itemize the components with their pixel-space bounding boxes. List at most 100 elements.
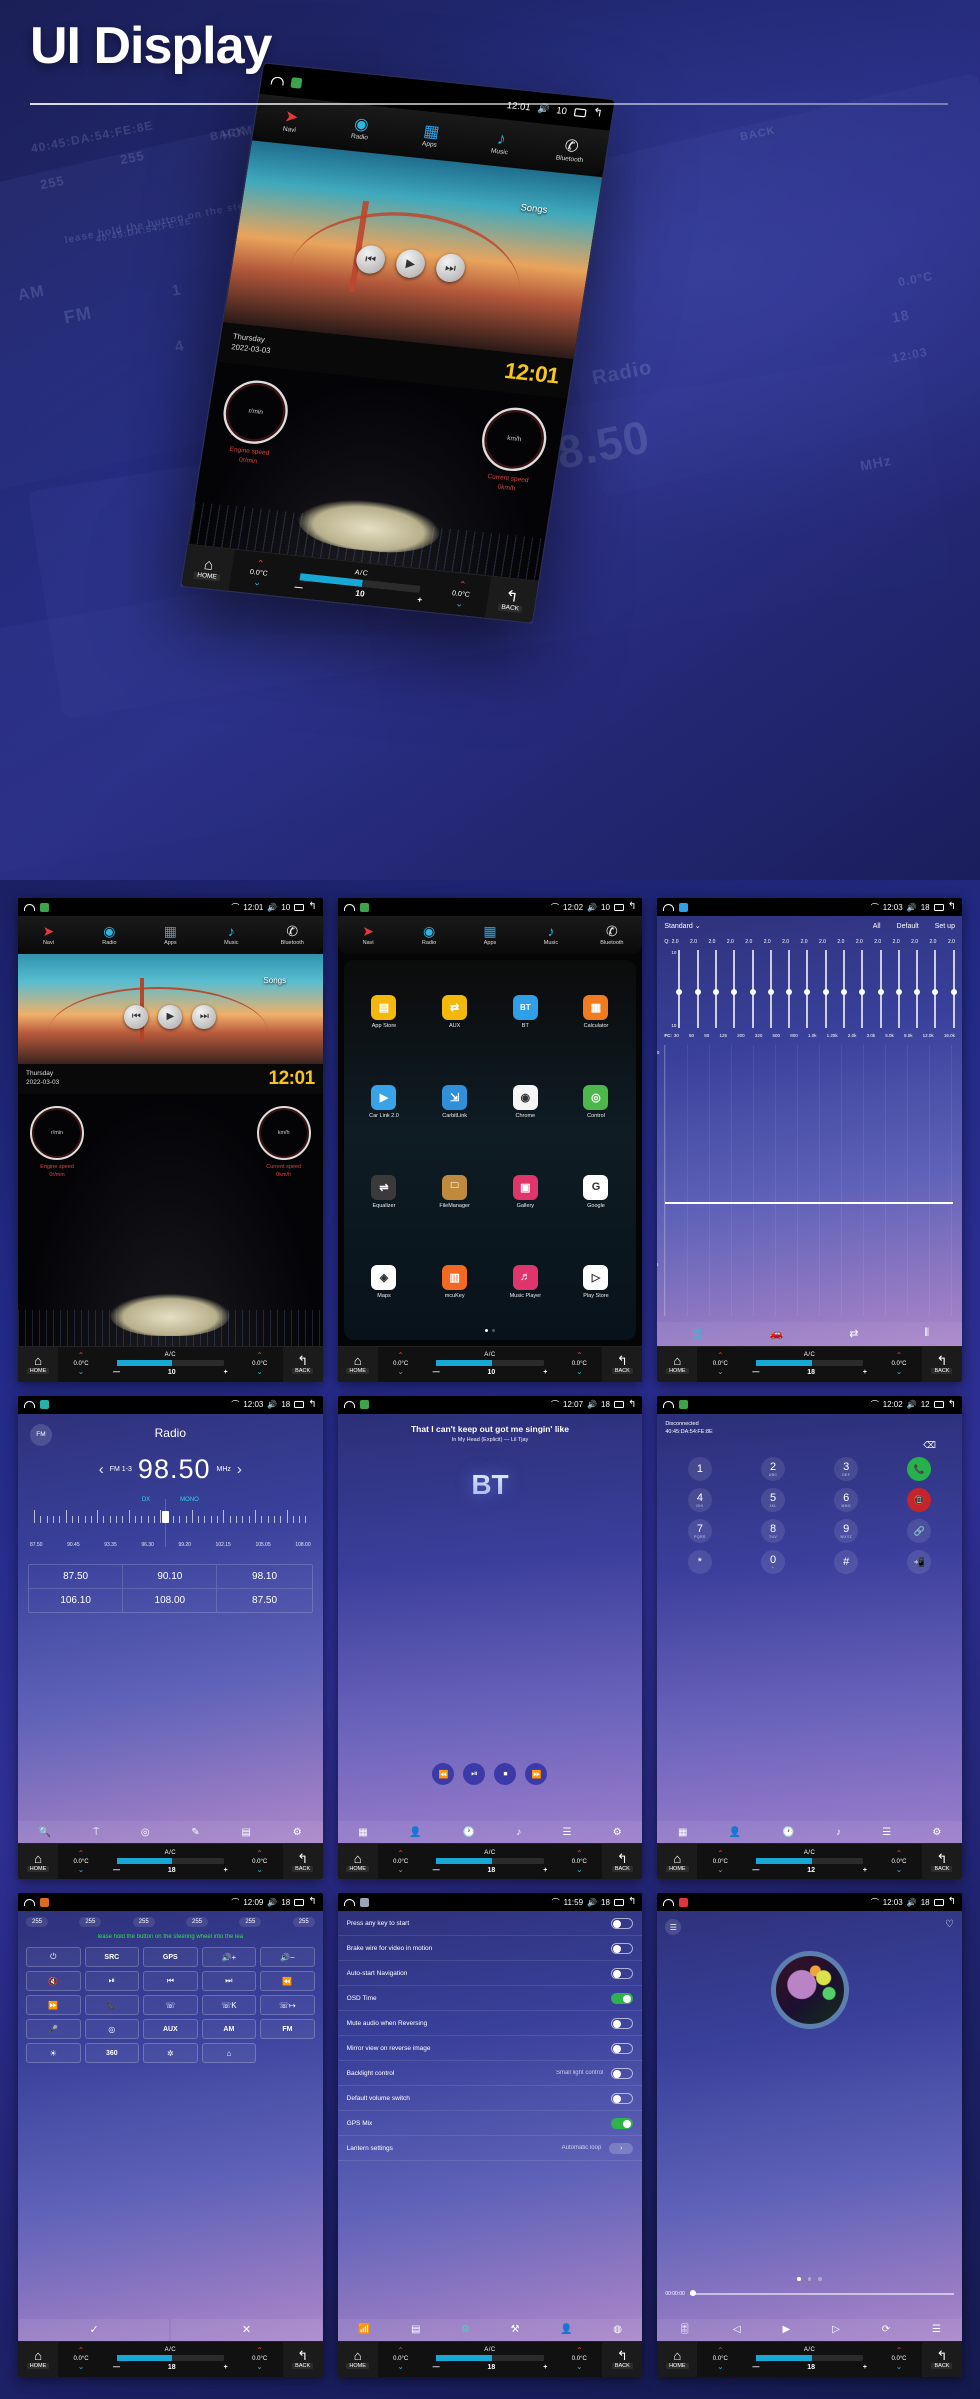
eq-setup-button[interactable]: Set up: [935, 923, 955, 930]
list-icon[interactable]: ☰: [932, 2324, 941, 2335]
eq-band-30[interactable]: [676, 950, 683, 1028]
swc-key-2[interactable]: GPS: [143, 1947, 198, 1968]
play-pause-button[interactable]: ⏯: [463, 1763, 486, 1786]
screen-radio[interactable]: ⌒ 12:03 🔊 18 ↰ FM Radio ‹ FM 1-3 98.50 MHz ›…: [18, 1395, 323, 1880]
prev-station-button[interactable]: ‹: [99, 1461, 104, 1478]
app-item-car-link-2-0[interactable]: ▶ Car Link 2.0: [350, 1058, 419, 1146]
setting-toggle[interactable]: [611, 2117, 634, 2129]
recents-icon[interactable]: [933, 903, 944, 911]
home-button[interactable]: ⌂ HOME: [18, 1844, 58, 1880]
screen-home[interactable]: ⌒ 12:01 🔊 10 ↰ ➤ Navi ◉ Radio ▦ Apps ♪ Music ✆ Bl…: [18, 898, 323, 1382]
nav-item-navi[interactable]: ➤ Navi: [338, 924, 399, 946]
nav-item-radio[interactable]: ◉ Radio: [399, 924, 460, 946]
app-item-app-store[interactable]: ▤ App Store: [350, 968, 419, 1056]
play-button[interactable]: ▶: [158, 1004, 183, 1029]
eq-all-button[interactable]: All: [873, 923, 881, 930]
swc-key-11[interactable]: 📞: [84, 1995, 140, 2016]
preset-button-5[interactable]: 108.00: [123, 1588, 218, 1612]
settings-tab-bar[interactable]: 📶 ▤ ⚙ ⚒ 👤 ◍: [337, 2318, 643, 2341]
volume-plus-button[interactable]: +: [543, 1369, 547, 1376]
recents-icon[interactable]: [294, 1898, 305, 1906]
fan-slider[interactable]: [436, 1857, 544, 1864]
volume-minus-button[interactable]: —: [433, 1867, 440, 1874]
eq-band-200[interactable]: [749, 950, 756, 1028]
hero-nav-radio[interactable]: ◉ Radio: [324, 112, 398, 145]
eq-band-1.25k[interactable]: [841, 950, 847, 1028]
swc-key-10[interactable]: ⏩: [26, 1995, 81, 2016]
eq-sliders-tab-icon[interactable]: 🎚: [690, 1327, 704, 1340]
temp-left-control[interactable]: ⌃ 0.0°C ⌄: [378, 2342, 424, 2377]
info-icon[interactable]: ◍: [613, 2324, 622, 2335]
eq-sliders[interactable]: 10 10: [664, 950, 957, 1028]
setting-row-0[interactable]: Press any key to start: [337, 1911, 643, 1937]
list-icon[interactable]: ☰: [563, 1827, 572, 1838]
fan-slider[interactable]: [116, 2355, 224, 2362]
screen-steering-wheel[interactable]: ⌒ 12:09 🔊 18 ↰ 255 255 255 255 255 255 lease hold…: [18, 1893, 323, 2377]
recents-icon[interactable]: [613, 1898, 624, 1906]
recents-icon[interactable]: [294, 903, 305, 911]
play-button[interactable]: ▶: [394, 248, 427, 280]
contacts-icon[interactable]: 👤: [729, 1827, 741, 1838]
back-button[interactable]: ↰ BACK: [602, 2341, 643, 2377]
preset-button-3[interactable]: 98.10: [217, 1565, 312, 1589]
back-icon[interactable]: ↰: [628, 1399, 636, 1410]
stop-button[interactable]: ⏹: [494, 1763, 517, 1786]
swc-key-grid[interactable]: ⏻ SRC GPS 🔊+ 🔊− 🔇 ⏯ ⏮ ⏭ ⏪ ⏩ 📞 ☏ ☏K ☏↦ 🎤 ◎ AUX AM FM ☀ 360 ✲ ⌂: [26, 1947, 315, 2064]
swc-key-15[interactable]: 🎤: [26, 2019, 81, 2040]
settings-icon[interactable]: ⚙: [293, 1827, 302, 1838]
bt-transport-controls[interactable]: ⏪ ⏯ ⏹ ⏩: [432, 1763, 548, 1786]
next-button[interactable]: ⏭: [434, 252, 467, 284]
home-button[interactable]: ⌂ HOME: [337, 1844, 378, 1880]
volume-plus-button[interactable]: +: [863, 2364, 867, 2371]
transfer-icon[interactable]: 📲: [907, 1550, 932, 1575]
dial-key-6[interactable]: 6 MNO: [834, 1488, 859, 1513]
swc-key-3[interactable]: 🔊+: [201, 1947, 257, 1968]
band-chip[interactable]: FM: [30, 1423, 52, 1446]
fan-slider[interactable]: [756, 1360, 864, 1367]
prev-button[interactable]: ◁: [733, 2324, 741, 2335]
screen-bt-music[interactable]: ⌒ 12:07 🔊 18 ↰ That I can't keep out got me …: [337, 1395, 643, 1880]
fan-slider[interactable]: [116, 1857, 224, 1864]
home-button[interactable]: ⌂ HOME: [337, 2341, 378, 2377]
app-item-maps[interactable]: ◈ Maps: [350, 1238, 419, 1326]
app-item-filemanager[interactable]: 🗀 FileManager: [420, 1148, 489, 1236]
app-item-control[interactable]: ◎ Control: [562, 1058, 631, 1146]
confirm-button[interactable]: ✓: [19, 2318, 170, 2341]
app-item-mcukey[interactable]: ▥ mcuKey: [420, 1238, 489, 1326]
clock-icon[interactable]: 🕐: [782, 1827, 794, 1838]
nav-item-apps[interactable]: ▦ Apps: [460, 924, 521, 946]
dialpad-grid[interactable]: 1 2 ABC 3 DEF 📞 4 GHI 5 JKL 6 MNO 📵 7 PQRS 8 TUV 9 WXYZ 🔗 * 0…: [665, 1457, 954, 1575]
eq-band-1.0k[interactable]: [822, 950, 829, 1028]
swc-key-0[interactable]: ⏻: [26, 1947, 81, 1968]
temp-left-control[interactable]: ⌃ 0.0°C ⌄: [58, 1347, 104, 1382]
eq-tab-bar[interactable]: 🎚 🚗 ⇄ ⦀: [657, 1321, 962, 1346]
volume-plus-button[interactable]: +: [543, 2364, 547, 2371]
volume-plus-button[interactable]: +: [543, 1867, 547, 1874]
play-button[interactable]: ▶: [783, 2324, 791, 2335]
gear-icon[interactable]: ⚙: [461, 2324, 470, 2335]
temp-left-control[interactable]: ⌃ 0.0°C ⌄: [697, 1347, 743, 1382]
apps-icon[interactable]: ▦: [358, 1827, 367, 1838]
playlist-icon[interactable]: ☰: [665, 1919, 682, 1936]
setting-row-9[interactable]: Lantern settings Automatic loop ›: [337, 2136, 643, 2162]
temp-right-control[interactable]: ⌃ 0.0°C ⌄: [556, 1347, 602, 1382]
swc-key-14[interactable]: ☏↦: [260, 1995, 315, 2016]
eq-band-2.0k[interactable]: [859, 950, 866, 1028]
app-item-music-player[interactable]: ♬ Music Player: [491, 1238, 560, 1326]
fan-slider[interactable]: [756, 2355, 864, 2362]
temp-left-control[interactable]: ⌃ 0.0°C ⌄: [58, 2342, 104, 2377]
back-icon[interactable]: ↰: [308, 902, 316, 912]
temp-left-control[interactable]: ⌃ 0.0°C ⌄: [378, 1844, 424, 1879]
temp-right-control[interactable]: ⌃ 0.0°C ⌄: [431, 571, 492, 617]
volume-plus-button[interactable]: +: [224, 2364, 228, 2371]
setting-toggle[interactable]: [611, 2017, 634, 2029]
music-icon[interactable]: ♪: [836, 1827, 841, 1838]
home-button[interactable]: ⌂ HOME: [657, 1346, 698, 1382]
eq-band-3.0k[interactable]: [877, 950, 884, 1028]
back-button[interactable]: ↰ BACK: [602, 1346, 643, 1382]
volume-minus-button[interactable]: —: [752, 1867, 759, 1874]
backspace-button[interactable]: ⌫: [923, 1440, 936, 1451]
volume-plus-button[interactable]: +: [863, 1369, 867, 1376]
volume-minus-button[interactable]: —: [433, 2364, 440, 2371]
back-icon[interactable]: ↰: [308, 1897, 316, 1907]
